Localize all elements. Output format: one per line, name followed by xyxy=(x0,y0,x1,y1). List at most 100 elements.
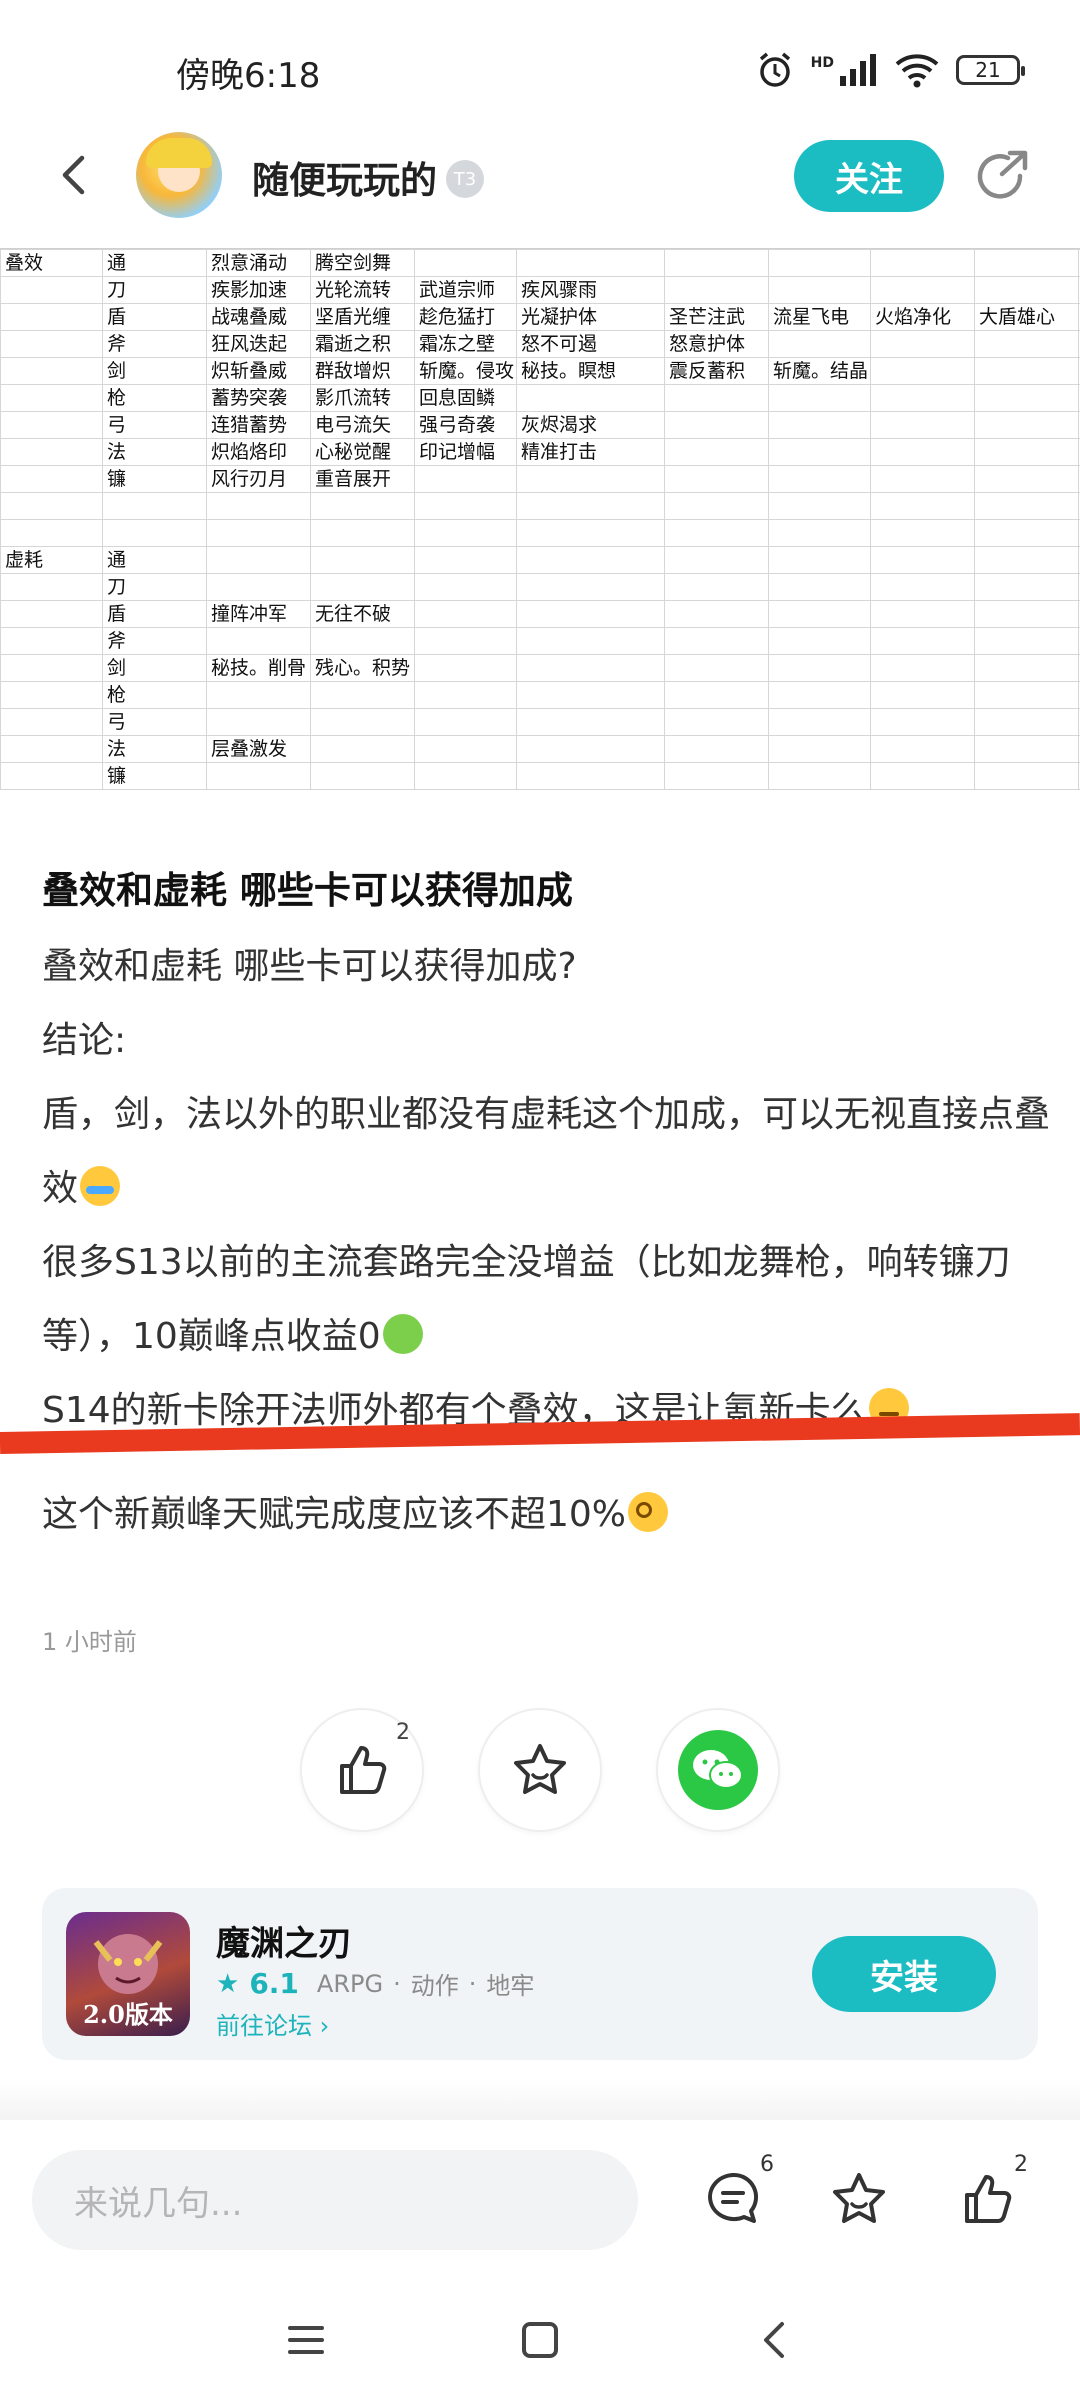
comments-button[interactable]: 6 xyxy=(698,2152,774,2234)
spreadsheet-cell: 弓 xyxy=(102,708,207,736)
spreadsheet-cell xyxy=(870,384,975,412)
spreadsheet-cell xyxy=(516,627,665,655)
spreadsheet-cell xyxy=(870,735,975,763)
spreadsheet-cell xyxy=(974,384,1079,412)
nav-back-icon[interactable] xyxy=(756,2320,796,2364)
spreadsheet-row: 刀 xyxy=(0,573,1080,601)
spreadsheet-row: 斧 xyxy=(0,627,1080,655)
wechat-share-button[interactable] xyxy=(656,1708,780,1832)
post-header: 随便玩玩的 T3 关注 xyxy=(0,128,1080,228)
spreadsheet-cell xyxy=(664,519,769,547)
post-image-spreadsheet[interactable]: 叠效通烈意涌动 腾空剑舞刀疾影加速 光轮流转 武道宗师 疾风骤雨盾战魂叠威 坚盾光缠 趁危猛… xyxy=(0,248,1080,796)
spreadsheet-cell xyxy=(870,681,975,709)
status-time: 傍晚6:18 xyxy=(176,56,321,96)
spreadsheet-cell: 烈意涌动 xyxy=(206,249,311,277)
avatar[interactable] xyxy=(136,132,222,218)
spreadsheet-cell xyxy=(974,573,1079,601)
star-icon xyxy=(514,1744,566,1794)
install-button[interactable]: 安装 xyxy=(812,1936,996,2012)
signal-icon xyxy=(840,54,876,86)
spreadsheet-cell: 秘技。削骨 xyxy=(206,654,311,682)
spreadsheet-cell xyxy=(0,357,103,385)
system-navigation xyxy=(0,2290,1080,2400)
comment-input[interactable]: 来说几句... xyxy=(32,2150,638,2250)
spreadsheet-cell: 趁危猛打 xyxy=(414,303,517,331)
spreadsheet-cell xyxy=(664,735,769,763)
spreadsheet-cell xyxy=(310,681,415,709)
spreadsheet-cell xyxy=(974,357,1079,385)
spreadsheet-cell xyxy=(0,654,103,682)
spreadsheet-row: 镰 xyxy=(0,762,1080,790)
app-card[interactable]: 2.0版本 魔渊之刃 ★ 6.1 ARPG · 动作 · 地牢 前往论坛 › 安… xyxy=(42,1888,1038,2060)
favorite-button[interactable] xyxy=(478,1708,602,1832)
spreadsheet-cell xyxy=(870,438,975,466)
spreadsheet-cell xyxy=(516,465,665,493)
spreadsheet-cell xyxy=(664,438,769,466)
spreadsheet-cell xyxy=(768,249,871,277)
spreadsheet-cell xyxy=(206,573,311,601)
alarm-icon xyxy=(759,52,790,87)
spreadsheet-cell xyxy=(664,411,769,439)
spreadsheet-cell xyxy=(768,654,871,682)
spreadsheet-cell: 斩魔。侵攻 xyxy=(414,357,517,385)
spreadsheet-row xyxy=(0,519,1080,547)
spreadsheet-cell: 武道宗师 xyxy=(414,276,517,304)
spreadsheet-cell xyxy=(0,438,103,466)
forum-link[interactable]: 前往论坛 › xyxy=(216,2006,329,2041)
spreadsheet-cell: 回息固鳞 xyxy=(414,384,517,412)
spreadsheet-cell: 电弓流矢 xyxy=(310,411,415,439)
bottom-favorite-button[interactable] xyxy=(824,2164,894,2234)
star-icon xyxy=(833,2173,885,2223)
app-tag: 地牢 xyxy=(486,1972,535,2000)
spreadsheet-cell xyxy=(414,492,517,520)
spreadsheet-row: 虚耗通 xyxy=(0,546,1080,574)
spreadsheet-cell xyxy=(974,276,1079,304)
share-icon[interactable] xyxy=(972,146,1032,206)
spreadsheet-cell xyxy=(310,627,415,655)
spreadsheet-cell xyxy=(664,654,769,682)
username[interactable]: 随便玩玩的 xyxy=(252,150,437,204)
spreadsheet-cell xyxy=(414,654,517,682)
spreadsheet-cell: 坚盾光缠 xyxy=(310,303,415,331)
spreadsheet-cell xyxy=(664,600,769,628)
spreadsheet-cell xyxy=(974,492,1079,520)
spreadsheet-cell xyxy=(974,249,1079,277)
app-name[interactable]: 魔渊之刃 xyxy=(216,1916,352,1965)
spreadsheet-cell xyxy=(768,411,871,439)
spreadsheet-cell xyxy=(0,519,103,547)
spreadsheet-cell: 灰烬渴求 xyxy=(516,411,665,439)
follow-button[interactable]: 关注 xyxy=(794,140,944,212)
spreadsheet-row: 斧狂风迭起 霜逝之积 霜冻之壁 怒不可遏 怒意护体 xyxy=(0,330,1080,358)
spreadsheet-cell xyxy=(870,411,975,439)
spreadsheet-cell xyxy=(206,681,311,709)
home-icon[interactable] xyxy=(520,2320,560,2364)
post-line: 这个新巅峰天赋完成度应该不超10% xyxy=(42,1478,1052,1552)
hd-label: HD xyxy=(810,55,834,71)
spreadsheet-cell xyxy=(974,546,1079,574)
bottom-shadow xyxy=(0,2080,1080,2120)
spreadsheet-cell xyxy=(664,627,769,655)
spreadsheet-cell xyxy=(870,708,975,736)
like-button[interactable]: 2 xyxy=(300,1708,424,1832)
app-icon[interactable]: 2.0版本 xyxy=(66,1912,190,2036)
spreadsheet-cell xyxy=(516,708,665,736)
back-icon[interactable] xyxy=(50,150,100,200)
like-count: 2 xyxy=(396,1720,410,1745)
spreadsheet-cell xyxy=(310,708,415,736)
spreadsheet-cell xyxy=(516,654,665,682)
spreadsheet-cell: 精准打击 xyxy=(516,438,665,466)
spreadsheet-cell: 斧 xyxy=(102,627,207,655)
spreadsheet-cell xyxy=(310,519,415,547)
spreadsheet-cell: 风行刃月 xyxy=(206,465,311,493)
spreadsheet-cell xyxy=(414,735,517,763)
bottom-like-button[interactable]: 2 xyxy=(952,2152,1028,2234)
spreadsheet-cell: 怒不可遏 xyxy=(516,330,665,358)
spreadsheet-cell: 连猎蓄势 xyxy=(206,411,311,439)
menu-icon[interactable] xyxy=(286,2320,326,2364)
spreadsheet-cell: 秘技。瞑想 xyxy=(516,357,665,385)
nauseated-emoji-icon xyxy=(382,1314,423,1354)
spreadsheet-cell: 刀 xyxy=(102,276,207,304)
spreadsheet-cell: 战魂叠威 xyxy=(206,303,311,331)
spreadsheet-cell xyxy=(0,303,103,331)
spreadsheet-cell xyxy=(206,708,311,736)
